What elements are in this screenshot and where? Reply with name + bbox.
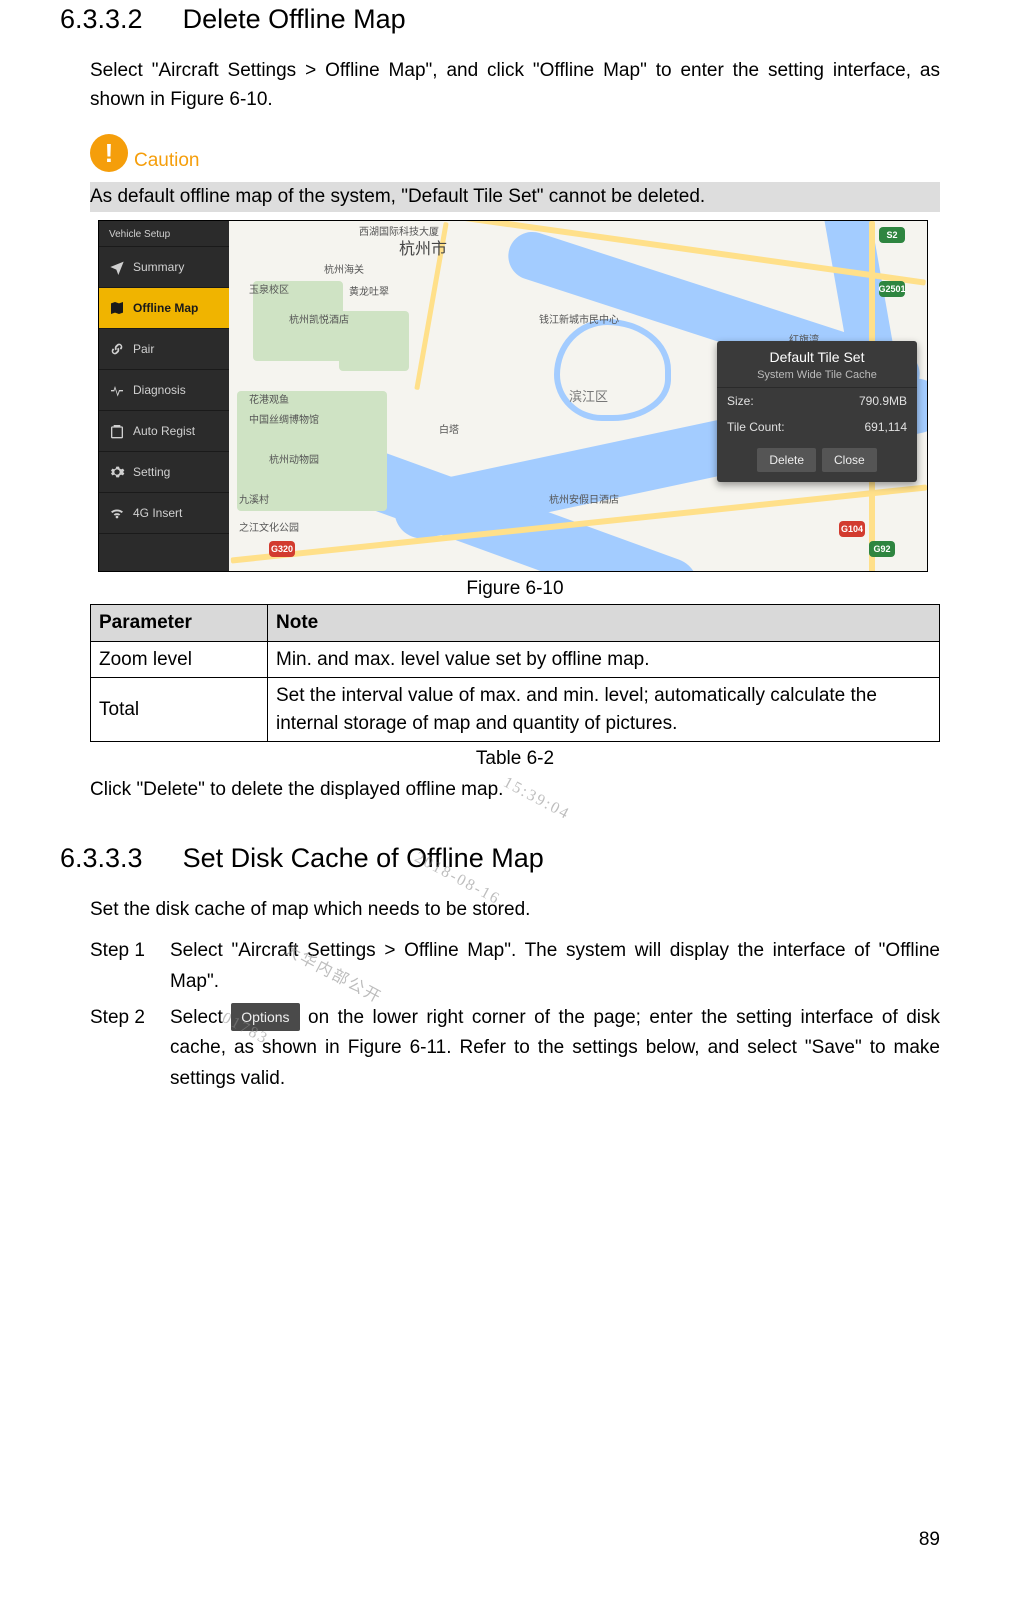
- caution-label: Caution: [134, 150, 200, 172]
- poi-label: 杭州安假日酒店: [549, 491, 619, 506]
- tileset-popup: Default Tile Set System Wide Tile Cache …: [717, 341, 917, 482]
- parameter-table: Parameter Note Zoom level Min. and max. …: [90, 604, 940, 742]
- after-table-paragraph: Click "Delete" to delete the displayed o…: [90, 776, 940, 805]
- poi-label: 杭州凯悦酒店: [289, 311, 349, 326]
- clipboard-icon: [109, 423, 125, 439]
- sidebar-item-label: Diagnosis: [133, 383, 186, 397]
- gear-icon: [109, 464, 125, 480]
- poi-label: 九溪村: [239, 491, 269, 506]
- section-heading-6-3-3-2: 6.3.3.2 Delete Offline Map: [60, 0, 940, 35]
- caution-block: Caution: [90, 134, 940, 172]
- step-label: Step 1: [90, 936, 170, 997]
- road-shield: G92: [869, 541, 895, 557]
- figure-caption: Figure 6-10: [90, 578, 940, 600]
- warning-icon: [90, 134, 128, 172]
- table-cell-note: Min. and max. level value set by offline…: [268, 641, 940, 678]
- wifi-icon: [109, 505, 125, 521]
- road-shield: G320: [269, 541, 295, 557]
- sidebar-item-label: Offline Map: [133, 301, 198, 315]
- sidebar-item-auto-regist[interactable]: Auto Regist: [99, 411, 229, 452]
- map-canvas[interactable]: S2 G104 G2501 G320 G104 G92 杭州市 西湖国际科技大厦…: [229, 221, 927, 571]
- pulse-icon: [109, 382, 125, 398]
- intro-paragraph: Select "Aircraft Settings > Offline Map"…: [90, 57, 940, 114]
- table-row: Total Set the interval value of max. and…: [91, 678, 940, 742]
- city-label: 杭州市: [399, 235, 447, 259]
- section-title: Delete Offline Map: [183, 4, 406, 34]
- table-header-note: Note: [268, 605, 940, 642]
- section-title: Set Disk Cache of Offline Map: [183, 843, 544, 873]
- map-island: [554, 319, 671, 421]
- step-2: Step 2 Select Options on the lower right…: [90, 1003, 940, 1094]
- poi-label: 钱江新城市民中心: [539, 311, 619, 326]
- sidebar-item-label: Pair: [133, 342, 154, 356]
- sidebar-item-label: Summary: [133, 260, 184, 274]
- table-cell-param: Total: [91, 678, 268, 742]
- sidebar-item-summary[interactable]: Summary: [99, 247, 229, 288]
- sidebar-item-4g-insert[interactable]: 4G Insert: [99, 493, 229, 534]
- section-number: 6.3.3.3: [60, 843, 143, 874]
- step-text: Select Options on the lower right corner…: [170, 1003, 940, 1094]
- road-shield: S2: [879, 227, 905, 243]
- close-button[interactable]: Close: [822, 448, 877, 472]
- link-icon: [109, 341, 125, 357]
- app-sidebar: Vehicle Setup Summary Offline Map Pair: [99, 221, 229, 571]
- road-shield: G2501: [879, 281, 905, 297]
- table-row: Zoom level Min. and max. level value set…: [91, 641, 940, 678]
- step2-pre: Select: [170, 1007, 231, 1028]
- poi-label: 黄龙吐翠: [349, 283, 389, 298]
- table-caption: Table 6-2: [90, 748, 940, 770]
- popup-title: Default Tile Set: [717, 341, 917, 369]
- sidebar-item-diagnosis[interactable]: Diagnosis: [99, 370, 229, 411]
- popup-count-label: Tile Count:: [727, 420, 785, 434]
- poi-label: 花港观鱼: [249, 391, 289, 406]
- step-1: Step 1 Select "Aircraft Settings > Offli…: [90, 936, 940, 997]
- map-icon: [109, 300, 125, 316]
- sidebar-header: Vehicle Setup: [99, 221, 229, 247]
- table-header-parameter: Parameter: [91, 605, 268, 642]
- table-cell-note: Set the interval value of max. and min. …: [268, 678, 940, 742]
- section-heading-6-3-3-3: 6.3.3.3 Set Disk Cache of Offline Map: [60, 839, 940, 874]
- poi-label: 玉泉校区: [249, 281, 289, 296]
- district-label: 滨江区: [569, 386, 608, 405]
- popup-count-value: 691,114: [865, 420, 908, 434]
- step-label: Step 2: [90, 1003, 170, 1094]
- poi-label: 杭州动物园: [269, 451, 319, 466]
- sidebar-item-label: 4G Insert: [133, 506, 182, 520]
- plane-icon: [109, 259, 125, 275]
- delete-button[interactable]: Delete: [757, 448, 816, 472]
- page-number: 89: [919, 1529, 940, 1551]
- sidebar-item-label: Setting: [133, 465, 170, 479]
- road-shield: G104: [839, 521, 865, 537]
- step-text: Select "Aircraft Settings > Offline Map"…: [170, 936, 940, 997]
- sidebar-item-label: Auto Regist: [133, 424, 195, 438]
- sidebar-item-offline-map[interactable]: Offline Map: [99, 288, 229, 329]
- options-button[interactable]: Options: [231, 1003, 299, 1031]
- popup-subtitle: System Wide Tile Cache: [717, 369, 917, 388]
- poi-label: 中国丝绸博物馆: [249, 411, 319, 426]
- figure-6-10-screenshot: Vehicle Setup Summary Offline Map Pair: [98, 220, 928, 572]
- sidebar-item-setting[interactable]: Setting: [99, 452, 229, 493]
- poi-label: 西湖国际科技大厦: [359, 223, 439, 238]
- popup-size-label: Size:: [727, 394, 754, 408]
- intro-paragraph: Set the disk cache of map which needs to…: [90, 896, 940, 925]
- caution-text: As default offline map of the system, "D…: [90, 182, 940, 212]
- section-number: 6.3.3.2: [60, 4, 143, 35]
- table-cell-param: Zoom level: [91, 641, 268, 678]
- poi-label: 白塔: [439, 421, 459, 436]
- popup-size-value: 790.9MB: [859, 394, 907, 408]
- sidebar-item-pair[interactable]: Pair: [99, 329, 229, 370]
- poi-label: 杭州海关: [324, 261, 364, 276]
- poi-label: 之江文化公园: [239, 519, 299, 534]
